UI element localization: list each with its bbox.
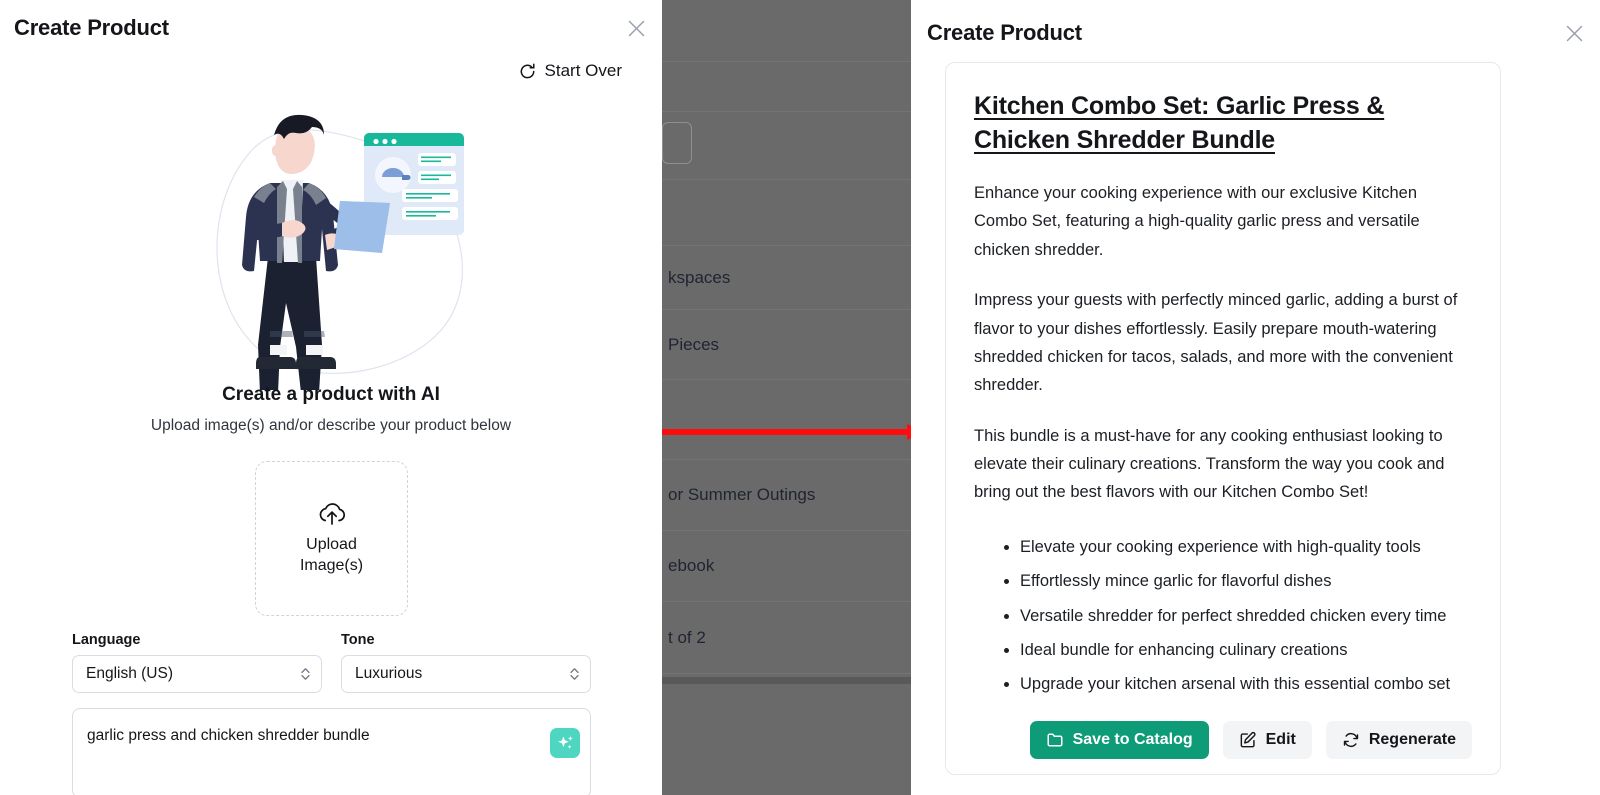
close-icon[interactable]	[1562, 21, 1586, 45]
product-feature-list: Elevate your cooking experience with hig…	[974, 533, 1474, 699]
upload-label-line1: Upload	[306, 536, 357, 554]
table-row-label: kspaces	[668, 267, 731, 287]
cloud-upload-icon	[317, 501, 347, 527]
language-label: Language	[72, 632, 141, 648]
list-item: Upgrade your kitchen arsenal with this e…	[1020, 670, 1474, 698]
regenerate-button[interactable]: Regenerate	[1325, 720, 1472, 759]
product-title: Kitchen Combo Set: Garlic Press & Chicke…	[974, 92, 1385, 154]
chevron-updown-icon	[569, 666, 580, 682]
product-paragraph: Impress your guests with perfectly mince…	[974, 291, 1458, 395]
product-description-value: garlic press and chicken shredder bundle	[87, 727, 370, 744]
refresh-icon	[1342, 731, 1360, 749]
chevron-updown-icon	[300, 666, 311, 682]
generated-product-card: Kitchen Combo Set: Garlic Press & Chicke…	[945, 62, 1501, 775]
sparkle-icon[interactable]	[550, 728, 580, 758]
background-chip	[662, 122, 692, 164]
person-with-tablet-illustration	[216, 114, 464, 390]
red-pointer-arrow	[643, 424, 928, 440]
tone-label: Tone	[341, 632, 375, 648]
start-over-label: Start Over	[544, 61, 622, 80]
table-row-label: t of 2	[668, 627, 706, 647]
left-modal-heading: Create a product with AI	[222, 384, 440, 405]
save-to-catalog-label: Save to Catalog	[1072, 730, 1193, 748]
refresh-icon	[518, 62, 537, 81]
tone-value: Luxurious	[355, 665, 423, 682]
table-row-label: Pieces	[668, 334, 720, 354]
tone-select[interactable]: Luxurious	[341, 655, 591, 693]
table-row-label: or Summer Outings	[668, 485, 816, 504]
left-modal-subheading: Upload image(s) and/or describe your pro…	[150, 417, 512, 434]
list-item: Elevate your cooking experience with hig…	[1020, 533, 1474, 561]
card-actions: Save to Catalog Edit Regenerate	[974, 720, 1474, 759]
upload-images-dropzone[interactable]: Upload Image(s)	[255, 461, 408, 616]
upload-label-line2: Image(s)	[299, 556, 364, 574]
table-row-label: ebook	[668, 556, 715, 575]
list-item: Effortlessly mince garlic for flavorful …	[1020, 567, 1474, 595]
right-modal-title: Create Product	[927, 20, 1082, 45]
edit-button[interactable]: Edit	[1222, 720, 1312, 759]
product-paragraph: This bundle is a must-have for any cooki…	[974, 426, 1445, 502]
left-modal-title: Create Product	[14, 15, 169, 40]
list-item: Versatile shredder for perfect shredded …	[1020, 602, 1474, 630]
create-product-left-modal: Create Product Start Over Create a produ…	[0, 0, 662, 795]
pencil-square-icon	[1239, 731, 1257, 749]
folder-icon	[1046, 731, 1064, 749]
save-to-catalog-button[interactable]: Save to Catalog	[1029, 720, 1209, 759]
list-item: Ideal bundle for enhancing culinary crea…	[1020, 636, 1474, 664]
regenerate-label: Regenerate	[1368, 730, 1456, 748]
start-over-button[interactable]: Start Over	[518, 61, 622, 81]
language-value: English (US)	[86, 665, 173, 682]
language-select[interactable]: English (US)	[72, 655, 322, 693]
product-description-input[interactable]: garlic press and chicken shredder bundle	[72, 708, 591, 795]
close-icon[interactable]	[624, 16, 648, 40]
product-paragraph: Enhance your cooking experience with our…	[974, 184, 1420, 259]
edit-label: Edit	[1265, 730, 1296, 748]
create-product-right-modal: Create Product Kitchen Combo Set: Garlic…	[911, 0, 1600, 795]
